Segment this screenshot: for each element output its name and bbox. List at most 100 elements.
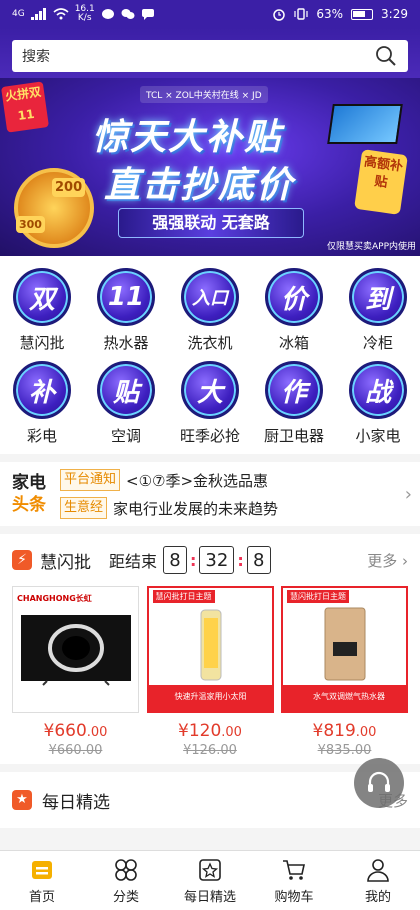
category-item[interactable]: 战小家电	[336, 361, 420, 446]
product-card[interactable]: 慧闪批打日主题 快速升温家用小太阳 ¥120.00 ¥126.00	[146, 586, 274, 758]
price-decimal: .00	[86, 725, 108, 740]
banner-title-line1: 惊天大补贴	[92, 117, 283, 158]
banner-brands: TCL × ZOL中关村在线 × JD	[140, 86, 268, 103]
signal-icon	[30, 8, 46, 20]
banner-tag: 高额补贴	[354, 149, 408, 215]
product-card[interactable]: CHANGHONG长虹 ¥660.00 ¥660.00	[12, 586, 139, 758]
customer-service-button[interactable]	[354, 758, 404, 808]
category-badge-icon: 作	[265, 361, 323, 419]
user-icon	[367, 858, 389, 882]
nav-category[interactable]: 分类	[84, 851, 168, 910]
nav-daily[interactable]: 每日精选	[168, 851, 252, 910]
battery-icon	[351, 8, 374, 20]
tv-icon	[21, 615, 131, 686]
category-item[interactable]: 补彩电	[0, 361, 84, 446]
category-badge-icon: 战	[349, 361, 407, 419]
news-list: 平台通知 <①⑦季>金秋选品惠 生意经 家电行业发展的未来趋势	[60, 469, 405, 519]
status-left: 4G 16.1 K/s	[12, 5, 155, 23]
product-old-price: ¥835.00	[317, 743, 372, 758]
price-decimal: .00	[221, 725, 242, 740]
category-badge-icon: 大	[181, 361, 239, 419]
network-type: 4G	[12, 9, 25, 19]
category-badge-icon: 补	[13, 361, 71, 419]
product-image: 慧闪批打日主题 水气双调燃气热水器	[281, 586, 408, 713]
nav-home[interactable]: 首页	[0, 851, 84, 910]
nav-label: 首页	[28, 889, 55, 905]
category-item[interactable]: 11 热水器	[84, 268, 168, 353]
product-old-price: ¥660.00	[48, 743, 103, 758]
category-badge-icon: 双	[13, 268, 71, 326]
flash-more-link[interactable]: 更多 ›	[367, 550, 408, 571]
news-brand-line1: 家电	[12, 473, 46, 493]
app-screen: 4G 16.1 K/s 63% 3:29 搜索 TCL × ZOL中关村在线 ×…	[0, 0, 420, 910]
status-right: 63% 3:29	[272, 7, 408, 21]
product-brand: 慧闪批打日主题	[152, 590, 215, 603]
lightning-icon: ⚡	[12, 550, 32, 570]
flash-sale-title: 慧闪批	[40, 552, 91, 573]
news-brand-line2: 头条	[12, 495, 46, 515]
status-bar: 4G 16.1 K/s 63% 3:29	[0, 0, 420, 28]
bottom-nav: 首页 分类 每日精选 购物车 我的	[0, 850, 420, 910]
heater-icon	[200, 609, 221, 681]
news-ticker[interactable]: 家电 头条 平台通知 <①⑦季>金秋选品惠 生意经 家电行业发展的未来趋势 ›	[0, 462, 420, 526]
news-tag: 生意经	[60, 497, 108, 519]
headset-icon	[368, 771, 390, 792]
category-label: 冷柜	[362, 334, 393, 352]
price-integer: ¥819	[312, 721, 356, 741]
search-bar[interactable]: 搜索	[12, 40, 408, 72]
category-item[interactable]: 价冰箱	[252, 268, 336, 353]
nav-label: 我的	[364, 889, 391, 905]
daily-picks-title: 每日精选	[42, 792, 110, 813]
category-label: 旺季必抢	[179, 427, 240, 445]
daily-picks-header: ★ 每日精选 更多	[0, 758, 420, 828]
category-badge-icon: 价	[265, 268, 323, 326]
category-item[interactable]: 双慧闪批	[0, 268, 84, 353]
news-item[interactable]: 平台通知 <①⑦季>金秋选品惠	[60, 469, 405, 491]
network-speed: 16.1 K/s	[74, 4, 95, 23]
chevron-right-icon[interactable]: ›	[405, 484, 412, 505]
countdown-separator: :	[190, 550, 197, 570]
countdown-hours: 8	[163, 546, 188, 574]
water-heater-icon	[324, 607, 366, 681]
banner-note: 仅限慧买卖APP内使用	[326, 242, 416, 252]
product-caption: 水气双调燃气热水器	[313, 692, 385, 701]
home-icon	[32, 860, 52, 879]
category-label: 彩电	[26, 427, 57, 445]
category-label: 慧闪批	[19, 334, 65, 352]
category-item[interactable]: 作厨卫电器	[252, 361, 336, 446]
header: 搜索	[0, 28, 420, 78]
category-badge-icon: 到	[349, 268, 407, 326]
category-icon	[115, 858, 137, 881]
search-icon[interactable]	[374, 44, 398, 68]
product-price: ¥120.00	[178, 721, 242, 741]
flash-sale-header: ⚡ 慧闪批 距结束 8 : 32 : 8 更多 ›	[0, 534, 420, 586]
news-item[interactable]: 生意经 家电行业发展的未来趋势	[60, 497, 405, 519]
nav-label: 购物车	[274, 889, 314, 905]
category-item[interactable]: 贴空调	[84, 361, 168, 446]
coupon-200: 200	[52, 178, 86, 197]
star-box-icon	[199, 858, 221, 881]
product-card[interactable]: 慧闪批打日主题 水气双调燃气热水器 ¥819.00 ¥835.00	[281, 586, 408, 758]
product-caption: 快速升温家用小太阳	[174, 692, 247, 701]
banner-title-line2: 直击抄底价	[104, 165, 295, 206]
category-item[interactable]: 入口 洗衣机	[168, 268, 252, 353]
countdown-seconds: 8	[246, 546, 271, 574]
banner-badge: 火拼双11	[1, 81, 49, 133]
coupon-300: 300	[16, 216, 45, 233]
category-item[interactable]: 大旺季必抢	[168, 361, 252, 446]
wifi-icon	[53, 8, 69, 20]
category-badge-icon: 入口	[181, 268, 239, 326]
price-integer: ¥660	[43, 721, 87, 741]
price-decimal: .00	[355, 725, 377, 740]
product-old-price: ¥126.00	[183, 743, 237, 758]
category-label: 热水器	[103, 334, 149, 352]
countdown-separator: :	[237, 550, 244, 570]
category-badge-icon: 贴	[97, 361, 155, 419]
category-item[interactable]: 到冷柜	[336, 268, 420, 353]
nav-cart[interactable]: 购物车	[252, 851, 336, 910]
price-integer: ¥120	[178, 721, 222, 741]
search-input[interactable]: 搜索	[22, 46, 50, 66]
category-label: 厨卫电器	[263, 427, 324, 445]
nav-profile[interactable]: 我的	[336, 851, 420, 910]
promo-banner[interactable]: TCL × ZOL中关村在线 × JD 火拼双11 惊天大补贴 直击抄底价 强强…	[0, 78, 420, 256]
